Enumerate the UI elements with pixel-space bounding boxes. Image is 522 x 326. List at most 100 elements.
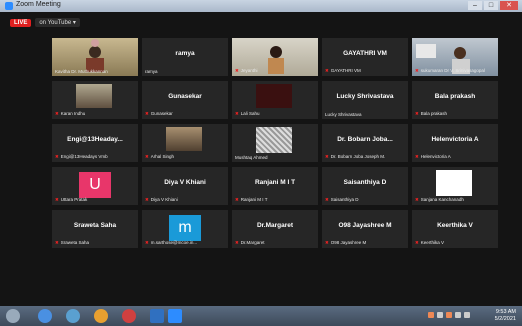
participant-tile[interactable]: m ✖ m.sarthose@mcoe.in... [142, 210, 228, 248]
participant-tile[interactable]: U ✖ Uttara Pratak [52, 167, 138, 205]
participant-label-text: sukumaran Dr V. Srinivasagopal [420, 68, 485, 73]
muted-mic-icon: ✖ [235, 240, 239, 245]
participant-tile[interactable]: Diya V Khiani ✖ Diya V Khiani [142, 167, 228, 205]
participant-label-text: Lali Sahu [240, 111, 260, 116]
muted-mic-icon: ✖ [325, 68, 329, 73]
participant-tile[interactable]: ✖ Jeyanthi [232, 38, 318, 76]
participant-label-text: Jeyanthi [240, 68, 258, 73]
participant-label: ✖ Keerthika V [415, 240, 496, 246]
zoom-app-icon [5, 2, 13, 10]
clock-time: 9:53 AM [495, 309, 516, 315]
participant-tile[interactable]: ✖ Sanjana Kanchanadh [412, 167, 498, 205]
participant-label-text: Engi@13Headays Vmb [60, 154, 108, 159]
participant-tile[interactable]: ✖ Arhal Singh [142, 124, 228, 162]
participant-label-text: Helenvictoria A [420, 154, 451, 159]
participant-tile[interactable]: ✖ Karan Indhu [52, 81, 138, 119]
participant-tile[interactable]: Saisanthiya D ✖ Saisanthiya D [322, 167, 408, 205]
media-icon[interactable] [122, 309, 136, 323]
chrome-icon[interactable] [38, 309, 52, 323]
participant-label-text: Sanjana Kanchanadh [420, 197, 464, 202]
participant-label-text: m.sarthose@mcoe.in... [150, 240, 198, 245]
firefox-icon[interactable] [94, 309, 108, 323]
profile-photo [436, 170, 472, 196]
participant-label-text: Saisanthiya D [330, 197, 359, 202]
participant-tile[interactable]: O98 Jayashree M ✖ O98 Jayashree M [322, 210, 408, 248]
participant-label-text: Bala prakash [420, 111, 448, 116]
window-title: Zoom Meeting [16, 1, 61, 8]
participant-name: Keerthika V [437, 222, 473, 229]
profile-photo [166, 127, 202, 151]
participant-tile[interactable]: GAYATHRI VM ✖ GAYATHRI VM [322, 38, 408, 76]
participant-tile[interactable]: Engi@13Headay... ✖ Engi@13Headays Vmb [52, 124, 138, 162]
participant-tile[interactable]: Mushtaq Ahmed [232, 124, 318, 162]
avatar-m: m [169, 215, 201, 241]
participant-label-text: Mushtaq Ahmed [235, 155, 268, 160]
tray-icon[interactable] [437, 312, 443, 318]
close-button[interactable]: ✕ [500, 1, 518, 10]
participant-name: Diya V Khiani [164, 179, 206, 186]
muted-mic-icon: ✖ [55, 154, 59, 159]
live-badge: LIVE [10, 18, 32, 27]
start-button-icon[interactable] [6, 309, 20, 323]
muted-mic-icon: ✖ [145, 111, 149, 116]
volume-icon[interactable] [464, 312, 470, 318]
participant-label: ✖ GAYATHRI VM [325, 68, 406, 74]
participant-tile[interactable]: Lucky Shrivastava Lucky Shrivastava [322, 81, 408, 119]
participant-label: ✖ sukumaran Dr V. Srinivasagopal [415, 68, 496, 74]
muted-mic-icon: ✖ [55, 197, 59, 202]
participant-tile[interactable]: Dr.Margaret ✖ Dr.Margaret [232, 210, 318, 248]
muted-mic-icon: ✖ [415, 68, 419, 73]
participant-tile[interactable]: Helenvictoria A ✖ Helenvictoria A [412, 124, 498, 162]
participant-tile[interactable]: Keerthika V ✖ Keerthika V [412, 210, 498, 248]
participant-tile[interactable]: Bala prakash ✖ Bala prakash [412, 81, 498, 119]
participant-name: O98 Jayashree M [338, 222, 392, 229]
participant-tile[interactable]: Dr. Bobarn Joba... ✖ Dr. Bobarn Joba Josep… [322, 124, 408, 162]
maximize-button[interactable]: □ [484, 1, 498, 10]
muted-mic-icon: ✖ [415, 111, 419, 116]
participant-tile[interactable]: Kavitha Dr. Muthukkannan [52, 38, 138, 76]
participant-label-text: Sraweta Saha [60, 240, 90, 245]
participant-label: ✖ Engi@13Headays Vmb [55, 154, 136, 160]
participant-name: Saisanthiya D [343, 179, 387, 186]
participant-label: ✖ O98 Jayashree M [325, 240, 406, 246]
participant-label-text: Gunasekar [150, 111, 173, 116]
participant-label: ✖ Bala prakash [415, 111, 496, 117]
participant-label-text: Arhal Singh [150, 154, 175, 159]
participant-tile[interactable]: Gunasekar ✖ Gunasekar [142, 81, 228, 119]
window-titlebar: Zoom Meeting – □ ✕ [0, 0, 522, 12]
edge-icon[interactable] [66, 309, 80, 323]
participant-tile[interactable]: ramya ramya [142, 38, 228, 76]
participant-tile[interactable]: ✖ Lali Sahu [232, 81, 318, 119]
app-icon[interactable] [150, 309, 164, 323]
zoom-taskbar-icon[interactable] [168, 309, 182, 323]
participant-name: Lucky Shrivastava [336, 93, 394, 100]
participant-tile[interactable]: Sraweta Saha ✖ Sraweta Saha [52, 210, 138, 248]
participant-label: ✖ Sraweta Saha [55, 240, 136, 246]
tray-icon[interactable] [446, 312, 452, 318]
participant-label: Mushtaq Ahmed [235, 155, 316, 160]
participant-label: ✖ Arhal Singh [145, 154, 226, 160]
participant-label: ✖ Dr.Margaret [235, 240, 316, 246]
system-clock[interactable]: 9:53 AM 5/2/2021 [495, 309, 516, 323]
participant-name: Gunasekar [168, 93, 202, 100]
participant-tile[interactable]: ✖ sukumaran Dr V. Srinivasagopal [412, 38, 498, 76]
participant-name: Bala prakash [434, 93, 476, 100]
participant-name: Dr.Margaret [256, 222, 294, 229]
tray-icon[interactable] [428, 312, 434, 318]
wifi-icon[interactable] [455, 312, 461, 318]
participant-gallery: Kavitha Dr. Muthukkannan ramya ramya ✖ Jeyan… [52, 38, 500, 292]
muted-mic-icon: ✖ [55, 240, 59, 245]
participant-label: ✖ Jeyanthi [235, 68, 316, 74]
participant-label-text: Dr. Bobarn Joba Joseph M. [330, 154, 386, 159]
system-tray [428, 312, 470, 318]
participant-label-text: Uttara Pratak [60, 197, 88, 202]
live-platform-dropdown[interactable]: on YouTube ▾ [35, 18, 80, 27]
muted-mic-icon: ✖ [415, 154, 419, 159]
live-stream-indicator: LIVE on YouTube ▾ [10, 18, 80, 27]
participant-label-text: Ranjani M I T [240, 197, 268, 202]
minimize-button[interactable]: – [468, 1, 482, 10]
participant-label: ✖ Saisanthiya D [325, 197, 406, 203]
participant-tile[interactable]: Ranjani M I T ✖ Ranjani M I T [232, 167, 318, 205]
muted-mic-icon: ✖ [415, 240, 419, 245]
participant-label: ✖ Gunasekar [145, 111, 226, 117]
